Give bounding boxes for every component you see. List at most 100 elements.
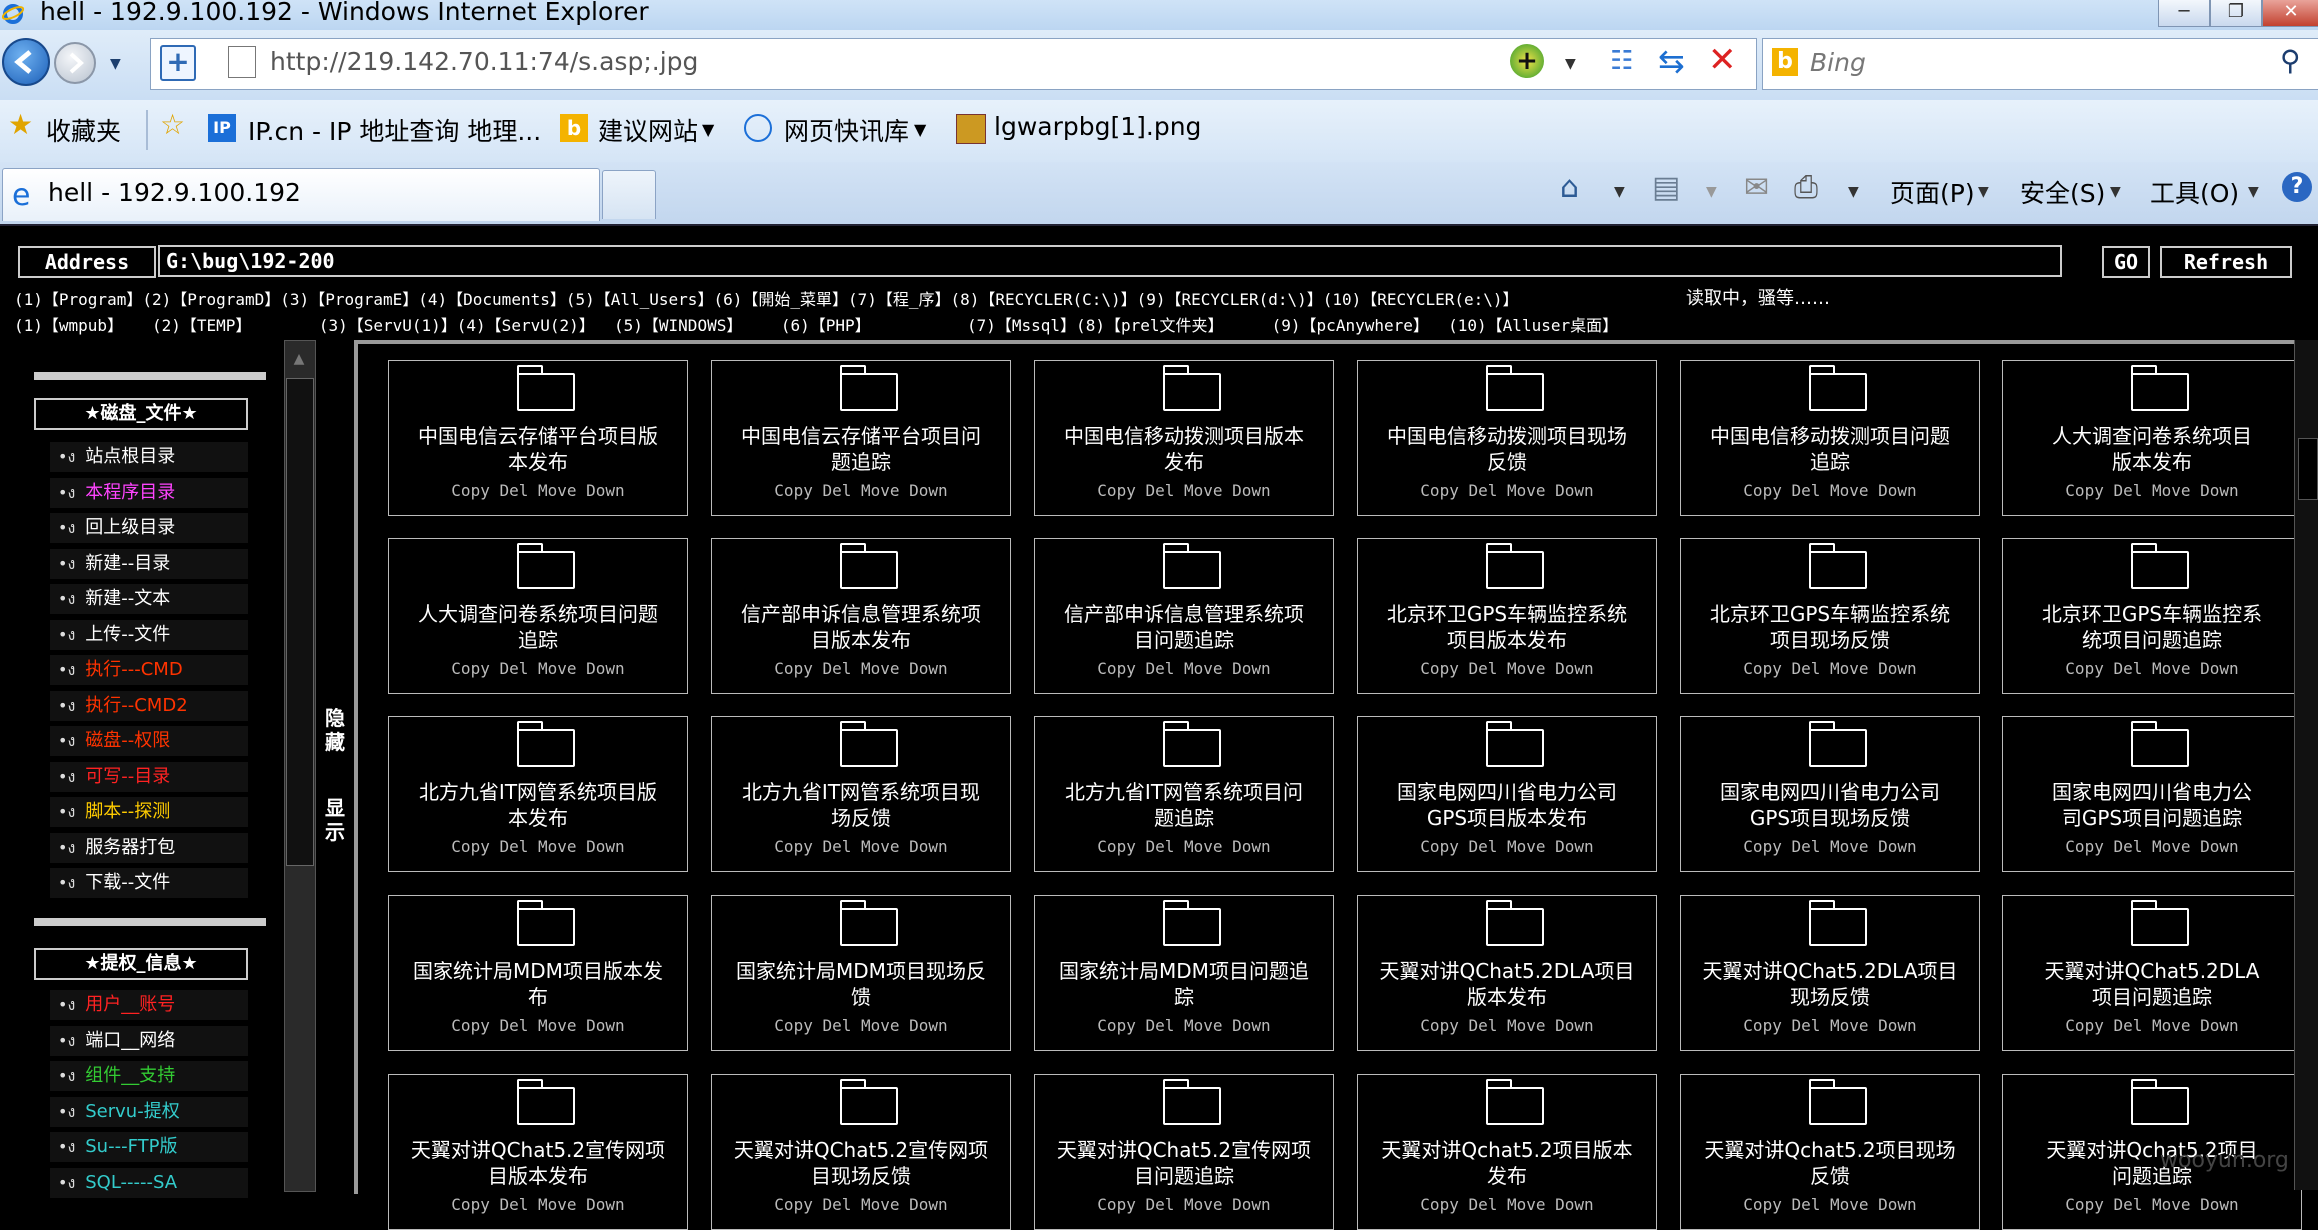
folder-name[interactable]: 信产部申诉信息管理系统项 目问题追踪	[1041, 601, 1327, 653]
folder-item[interactable]: 天翼对讲Qchat5.2项目现场 反馈 Copy Del Move Down	[1680, 1074, 1980, 1230]
minimize-button[interactable]: ─	[2158, 0, 2210, 27]
folder-item[interactable]: 天翼对讲QChat5.2DLA 项目问题追踪 Copy Del Move Down	[2002, 895, 2302, 1051]
folder-name[interactable]: 北京环卫GPS车辆监控系 统项目问题追踪	[2009, 601, 2295, 653]
folder-actions[interactable]: Copy Del Move Down	[1035, 1016, 1333, 1035]
tools-menu[interactable]: 工具(O)	[2150, 174, 2239, 210]
folder-actions[interactable]: Copy Del Move Down	[2003, 659, 2301, 678]
folder-actions[interactable]: Copy Del Move Down	[1358, 659, 1656, 678]
compat-page-icon[interactable]: ☷	[1610, 46, 1633, 76]
add-to-favorites-bar-icon[interactable]: ☆	[160, 108, 185, 141]
folder-actions[interactable]: Copy Del Move Down	[1681, 659, 1979, 678]
folder-item[interactable]: 北方九省IT网管系统项目现 场反馈 Copy Del Move Down	[711, 716, 1011, 872]
show-sidebar-toggle[interactable]: 显示	[322, 796, 348, 844]
folder-actions[interactable]: Copy Del Move Down	[2003, 837, 2301, 856]
folder-item[interactable]: 中国电信云存储平台项目问 题追踪 Copy Del Move Down	[711, 360, 1011, 516]
sidebar-item[interactable]: •ง 用户__账号	[50, 990, 248, 1020]
folder-name[interactable]: 北京环卫GPS车辆监控系统 项目版本发布	[1364, 601, 1650, 653]
folder-name[interactable]: 北方九省IT网管系统项目现 场反馈	[718, 779, 1004, 831]
folder-name[interactable]: 中国电信移动拨测项目版本 发布	[1041, 423, 1327, 475]
folder-actions[interactable]: Copy Del Move Down	[1681, 1195, 1979, 1214]
folder-item[interactable]: 信产部申诉信息管理系统项 目问题追踪 Copy Del Move Down	[1034, 538, 1334, 694]
favorite-image-link[interactable]: lgwarpbg[1].png	[994, 112, 1201, 141]
print-dropdown-icon[interactable]: ▼	[1848, 184, 1859, 200]
folder-name[interactable]: 国家统计局MDM项目现场反馈	[718, 958, 1004, 1010]
folder-item[interactable]: 国家统计局MDM项目版本发布 Copy Del Move Down	[388, 895, 688, 1051]
folder-name[interactable]: 天翼对讲QChat5.2DLA项目 版本发布	[1364, 958, 1650, 1010]
folder-item[interactable]: 人大调查问卷系统项目问题 追踪 Copy Del Move Down	[388, 538, 688, 694]
sidebar-item[interactable]: •ง 新建--目录	[50, 548, 248, 579]
help-icon[interactable]: ?	[2282, 172, 2312, 202]
folder-item[interactable]: 天翼对讲QChat5.2DLA项目 版本发布 Copy Del Move Down	[1357, 895, 1657, 1051]
folder-item[interactable]: 国家电网四川省电力公 司GPS项目问题追踪 Copy Del Move Down	[2002, 716, 2302, 872]
shortcut-links-row1[interactable]: (1)【Program】(2)【ProgramD】(3)【ProgramE】(4…	[14, 286, 1519, 310]
folder-item[interactable]: 中国电信移动拨测项目现场 反馈 Copy Del Move Down	[1357, 360, 1657, 516]
sidebar-scroll-thumb[interactable]	[286, 378, 314, 866]
folder-name[interactable]: 天翼对讲QChat5.2宣传网项 目现场反馈	[718, 1137, 1004, 1189]
folder-item[interactable]: 北京环卫GPS车辆监控系统 项目现场反馈 Copy Del Move Down	[1680, 538, 1980, 694]
folder-item[interactable]: 北方九省IT网管系统项目问 题追踪 Copy Del Move Down	[1034, 716, 1334, 872]
new-tab-button[interactable]	[602, 170, 656, 219]
folder-name[interactable]: 天翼对讲Qchat5.2项目现场 反馈	[1687, 1137, 1973, 1189]
folder-actions[interactable]: Copy Del Move Down	[712, 837, 1010, 856]
feeds-dropdown-icon[interactable]: ▼	[1706, 184, 1717, 200]
folder-actions[interactable]: Copy Del Move Down	[389, 659, 687, 678]
sidebar-item[interactable]: •ง 磁盘--权限	[50, 726, 248, 756]
folder-actions[interactable]: Copy Del Move Down	[2003, 1016, 2301, 1035]
folder-item[interactable]: 国家电网四川省电力公司 GPS项目现场反馈 Copy Del Move Down	[1680, 716, 1980, 872]
maximize-button[interactable]: ❐	[2210, 0, 2262, 27]
sidebar-item[interactable]: •ง SQL-----SA	[50, 1167, 248, 1198]
folder-item[interactable]: 国家电网四川省电力公司 GPS项目版本发布 Copy Del Move Down	[1357, 716, 1657, 872]
url-text[interactable]: http://219.142.70.11:74/s.asp;.jpg	[270, 47, 698, 76]
folder-item[interactable]: 天翼对讲Qchat5.2项目版本 发布 Copy Del Move Down	[1357, 1074, 1657, 1230]
sidebar-item[interactable]: •ง 站点根目录	[50, 442, 248, 472]
compatibility-view-icon[interactable]: +	[1510, 44, 1544, 78]
folder-item[interactable]: 北京环卫GPS车辆监控系 统项目问题追踪 Copy Del Move Down	[2002, 538, 2302, 694]
folder-actions[interactable]: Copy Del Move Down	[1358, 1195, 1656, 1214]
sidebar-item[interactable]: •ง 回上级目录	[50, 513, 248, 543]
folder-name[interactable]: 天翼对讲QChat5.2宣传网项 目问题追踪	[1041, 1137, 1327, 1189]
web-slice-dropdown-icon[interactable]: ▼	[914, 120, 926, 139]
print-icon[interactable]: ⎙	[1794, 170, 1818, 205]
favorite-web-slice-gallery[interactable]: 网页快讯库	[784, 112, 909, 148]
refresh-icon[interactable]: ⇆	[1658, 42, 1685, 80]
folder-name[interactable]: 北京环卫GPS车辆监控系统 项目现场反馈	[1687, 601, 1973, 653]
folder-actions[interactable]: Copy Del Move Down	[712, 1195, 1010, 1214]
favorites-button[interactable]: 收藏夹	[46, 112, 121, 148]
folder-name[interactable]: 北方九省IT网管系统项目版 本发布	[395, 779, 681, 831]
folder-name[interactable]: 国家统计局MDM项目版本发布	[395, 958, 681, 1010]
folder-actions[interactable]: Copy Del Move Down	[1681, 481, 1979, 500]
tools-menu-dropdown-icon[interactable]: ▼	[2248, 184, 2259, 200]
sidebar-item[interactable]: •ง 可写--目录	[50, 761, 248, 792]
folder-item[interactable]: 国家统计局MDM项目问题追踪 Copy Del Move Down	[1034, 895, 1334, 1051]
favorite-suggested-sites[interactable]: 建议网站	[598, 112, 698, 148]
safety-menu[interactable]: 安全(S)	[2020, 174, 2105, 210]
folder-actions[interactable]: Copy Del Move Down	[1358, 837, 1656, 856]
folder-item[interactable]: 中国电信移动拨测项目问题 追踪 Copy Del Move Down	[1680, 360, 1980, 516]
sidebar-item[interactable]: •ง 组件__支持	[50, 1061, 248, 1091]
sidebar-item[interactable]: •ง 执行---CMD	[50, 655, 248, 685]
forward-button[interactable]	[54, 42, 96, 84]
folder-name[interactable]: 天翼对讲Qchat5.2项目版本 发布	[1364, 1137, 1650, 1189]
folder-name[interactable]: 天翼对讲QChat5.2DLA项目 现场反馈	[1687, 958, 1973, 1010]
folder-name[interactable]: 中国电信移动拨测项目问题 追踪	[1687, 423, 1973, 475]
folder-item[interactable]: 北方九省IT网管系统项目版 本发布 Copy Del Move Down	[388, 716, 688, 872]
folder-actions[interactable]: Copy Del Move Down	[2003, 481, 2301, 500]
recent-pages-dropdown[interactable]: ▼	[110, 56, 121, 72]
folder-item[interactable]: 中国电信移动拨测项目版本 发布 Copy Del Move Down	[1034, 360, 1334, 516]
folder-name[interactable]: 中国电信云存储平台项目版 本发布	[395, 423, 681, 475]
folder-actions[interactable]: Copy Del Move Down	[389, 837, 687, 856]
folder-actions[interactable]: Copy Del Move Down	[1035, 837, 1333, 856]
folder-actions[interactable]: Copy Del Move Down	[1035, 481, 1333, 500]
folder-name[interactable]: 中国电信云存储平台项目问 题追踪	[718, 423, 1004, 475]
close-window-button[interactable]: ✕	[2262, 0, 2318, 27]
folder-actions[interactable]: Copy Del Move Down	[712, 659, 1010, 678]
folder-item[interactable]: 天翼对讲QChat5.2DLA项目 现场反馈 Copy Del Move Down	[1680, 895, 1980, 1051]
folder-name[interactable]: 北方九省IT网管系统项目问 题追踪	[1041, 779, 1327, 831]
sidebar-item[interactable]: •ง 执行--CMD2	[50, 690, 248, 721]
folder-item[interactable]: 天翼对讲QChat5.2宣传网项 目现场反馈 Copy Del Move Down	[711, 1074, 1011, 1230]
folder-actions[interactable]: Copy Del Move Down	[389, 1195, 687, 1214]
page-menu-dropdown-icon[interactable]: ▼	[1978, 184, 1989, 200]
home-dropdown-icon[interactable]: ▼	[1614, 184, 1625, 200]
folder-actions[interactable]: Copy Del Move Down	[712, 1016, 1010, 1035]
folder-name[interactable]: 国家电网四川省电力公 司GPS项目问题追踪	[2009, 779, 2295, 831]
